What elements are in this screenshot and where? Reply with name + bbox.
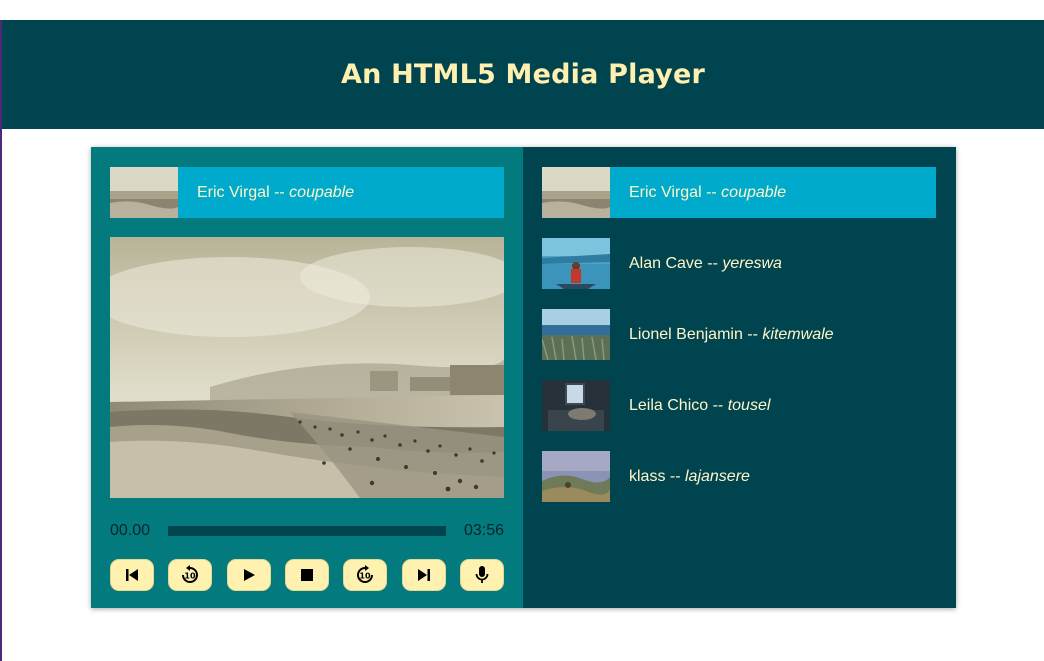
playlist-thumbnail xyxy=(542,309,610,360)
playlist-item[interactable]: klass -- lajansere xyxy=(542,451,936,502)
stop-icon xyxy=(300,569,313,581)
page-title: An HTML5 Media Player xyxy=(340,59,706,90)
beach-thumbnail-image xyxy=(542,167,610,218)
next-track-icon xyxy=(417,569,430,581)
player-controls: 10 10 xyxy=(110,559,504,591)
playlist-item-label: Lionel Benjamin -- kitemwale xyxy=(629,325,834,343)
rewind-10-button[interactable]: 10 xyxy=(168,559,213,591)
playlist-item[interactable]: Eric Virgal -- coupable xyxy=(542,167,936,218)
svg-text:10: 10 xyxy=(360,572,372,581)
playlist-thumbnail xyxy=(542,451,610,502)
sea-grass-thumbnail-image xyxy=(542,309,610,360)
media-player: Eric Virgal -- coupable 00.00 03:56 10 1… xyxy=(91,147,956,608)
now-playing-label: Eric Virgal -- coupable xyxy=(197,183,355,201)
beach-thumbnail-image xyxy=(110,167,178,218)
now-playing-bar: Eric Virgal -- coupable xyxy=(110,167,504,218)
hills-thumbnail-image xyxy=(542,451,610,502)
rewind-10-icon: 10 xyxy=(182,565,199,583)
playlist-item-label: Alan Cave -- yereswa xyxy=(629,254,782,272)
playlist-item-label: Eric Virgal -- coupable xyxy=(629,183,787,201)
playlist-item[interactable]: Lionel Benjamin -- kitemwale xyxy=(542,309,936,360)
room-thumbnail-image xyxy=(542,380,610,431)
voice-control-button[interactable] xyxy=(459,559,504,591)
stop-button[interactable] xyxy=(284,559,329,591)
playlist-item[interactable]: Alan Cave -- yereswa xyxy=(542,238,936,289)
kayak-thumbnail-image xyxy=(542,238,610,289)
playlist-item[interactable]: Leila Chico -- tousel xyxy=(542,380,936,431)
playlist-item-label: Leila Chico -- tousel xyxy=(629,396,771,414)
playlist-thumbnail xyxy=(542,167,610,218)
page-header: An HTML5 Media Player xyxy=(2,20,1044,129)
playlist-thumbnail xyxy=(542,380,610,431)
time-bar: 00.00 03:56 xyxy=(110,519,504,543)
next-button[interactable] xyxy=(401,559,446,591)
now-playing-thumbnail xyxy=(110,167,178,218)
duration-time: 03:56 xyxy=(463,522,504,539)
playlist-panel: Eric Virgal -- coupable Alan Cave -- yere… xyxy=(523,147,956,608)
previous-track-icon xyxy=(126,569,138,581)
previous-button[interactable] xyxy=(110,559,154,591)
play-button[interactable] xyxy=(226,559,271,591)
playlist-item-label: klass -- lajansere xyxy=(629,467,750,485)
progress-bar[interactable] xyxy=(168,526,446,536)
svg-text:10: 10 xyxy=(185,572,197,581)
playlist: Eric Virgal -- coupable Alan Cave -- yere… xyxy=(542,167,936,522)
video-display[interactable] xyxy=(110,237,504,498)
forward-10-icon: 10 xyxy=(357,565,374,583)
player-panel: Eric Virgal -- coupable 00.00 03:56 10 1… xyxy=(91,147,523,608)
play-icon xyxy=(243,569,255,581)
forward-10-button[interactable]: 10 xyxy=(343,559,388,591)
current-time: 00.00 xyxy=(110,522,151,539)
beach-video-frame xyxy=(110,237,504,498)
playlist-thumbnail xyxy=(542,238,610,289)
microphone-icon xyxy=(475,566,489,583)
